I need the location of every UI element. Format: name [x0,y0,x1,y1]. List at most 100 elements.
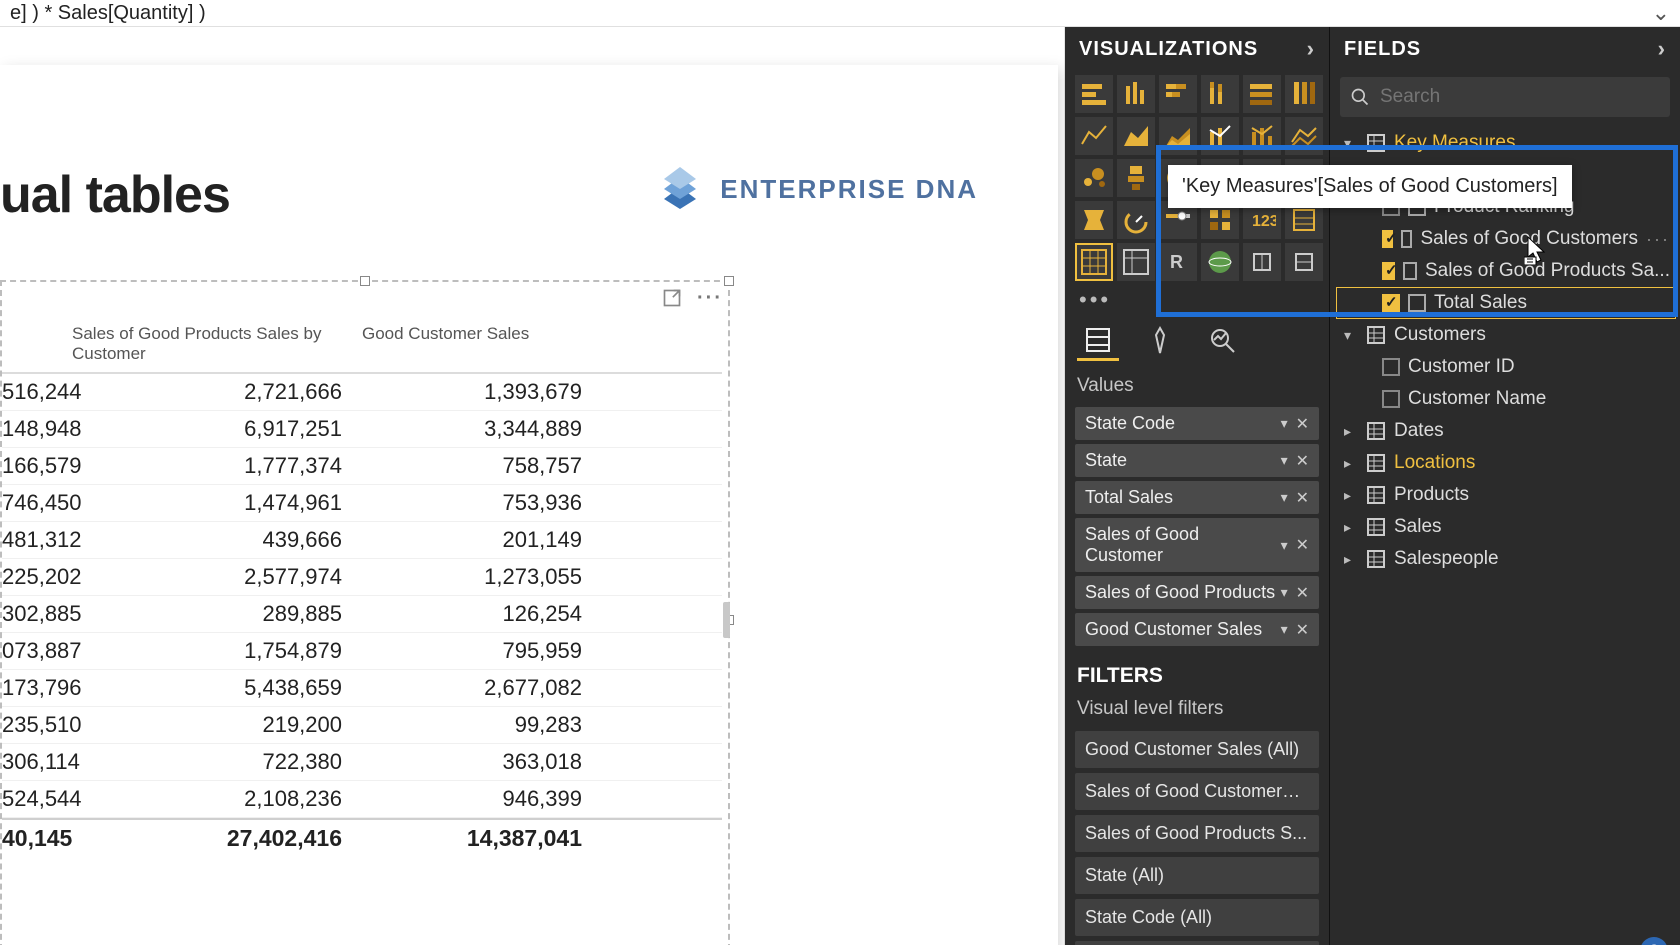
table-row[interactable]: 524,5442,108,236946,399 [2,781,722,818]
report-canvas[interactable]: ual tables ENTERPRISE DNA [0,27,1065,945]
field-node[interactable]: Customer Name [1336,383,1676,415]
table-node[interactable]: ▸Products [1336,479,1676,511]
field-checkbox[interactable] [1382,390,1400,408]
viz-type-icon[interactable] [1201,75,1239,113]
field-checkbox[interactable] [1382,262,1395,280]
field-node[interactable]: Sales of Good Customers··· [1336,223,1676,255]
filter-well[interactable]: Good Customer Sales (All) [1075,731,1319,768]
viz-type-icon[interactable] [1285,117,1323,155]
viz-type-icon[interactable] [1285,75,1323,113]
well-menu-icon[interactable]: ▾ [1281,621,1288,638]
collapse-icon[interactable]: › [1307,36,1315,62]
table-row[interactable]: 516,2442,721,6661,393,679 [2,374,722,411]
table-node[interactable]: ▸Dates [1336,415,1676,447]
column-header[interactable]: Good Customer Sales [362,324,562,364]
table-node[interactable]: ▸Salespeople [1336,543,1676,575]
viz-type-icon[interactable] [1243,75,1281,113]
filter-well[interactable]: State (All) [1075,857,1319,894]
column-header[interactable]: Sales of Good Products Sales by Customer [72,324,362,364]
table-row[interactable]: 481,312439,666201,149 [2,522,722,559]
formula-expand-icon[interactable]: ⌄ [1640,0,1670,26]
table-row[interactable]: 225,2022,577,9741,273,055 [2,559,722,596]
focus-mode-icon[interactable] [660,286,684,310]
well-remove-icon[interactable]: ✕ [1296,414,1309,434]
viz-type-icon[interactable] [1075,75,1113,113]
svg-text:R: R [1170,252,1183,272]
table-row[interactable]: 306,114722,380363,018 [2,744,722,781]
viz-type-icon[interactable] [1117,159,1155,197]
viz-type-icon[interactable] [1117,117,1155,155]
value-well[interactable]: Sales of Good Customer▾✕ [1075,518,1319,572]
well-remove-icon[interactable]: ✕ [1296,620,1309,640]
well-remove-icon[interactable]: ✕ [1296,451,1309,471]
resize-handle[interactable] [724,276,734,286]
well-menu-icon[interactable]: ▾ [1281,452,1288,469]
well-remove-icon[interactable]: ✕ [1296,535,1309,555]
fields-search[interactable] [1340,77,1670,117]
well-menu-icon[interactable]: ▾ [1281,537,1288,554]
table-row[interactable]: 148,9486,917,2513,344,889 [2,411,722,448]
viz-type-icon[interactable] [1285,243,1323,281]
brand-text: ENTERPRISE DNA [720,174,978,205]
table-node[interactable]: ▸Sales [1336,511,1676,543]
table-row[interactable]: 173,7965,438,6592,677,082 [2,670,722,707]
field-checkbox[interactable] [1382,294,1400,312]
viz-type-icon[interactable] [1075,159,1113,197]
field-more-icon[interactable]: ··· [1646,229,1670,250]
table-node-customers[interactable]: ▾Customers [1336,319,1676,351]
viz-type-icon[interactable] [1159,75,1197,113]
format-tab[interactable] [1139,321,1181,361]
viz-type-icon[interactable] [1117,201,1155,239]
fields-well-tab[interactable] [1077,321,1119,361]
field-node[interactable]: Customer ID [1336,351,1676,383]
table-row[interactable]: 073,8871,754,879795,959 [2,633,722,670]
well-remove-icon[interactable]: ✕ [1296,488,1309,508]
field-node[interactable]: Total Sales [1336,287,1676,319]
visual-more-icon[interactable]: ··· [698,286,722,310]
viz-type-icon[interactable] [1075,201,1113,239]
viz-type-icon[interactable] [1201,243,1239,281]
table-row[interactable]: 302,885289,885126,254 [2,596,722,633]
viz-type-icon[interactable] [1243,243,1281,281]
scrollbar-thumb[interactable] [723,602,730,638]
search-input[interactable] [1380,86,1660,108]
viz-more-icon[interactable]: ••• [1065,285,1329,313]
table-row[interactable]: 746,4501,474,961753,936 [2,485,722,522]
value-well[interactable]: Total Sales▾✕ [1075,481,1319,514]
filter-well[interactable]: Sales of Good Customers ... [1075,773,1319,810]
viz-type-icon[interactable] [1117,243,1155,281]
data-table[interactable]: Sales of Good Products Sales by Customer… [2,318,722,857]
viz-type-icon[interactable] [1201,117,1239,155]
well-menu-icon[interactable]: ▾ [1281,584,1288,601]
viz-type-icon[interactable] [1075,117,1113,155]
formula-text[interactable]: e] ) * Sales[Quantity] ) [10,2,1640,25]
filter-well[interactable]: Total Sales (All) [1075,941,1319,945]
value-well[interactable]: State Code▾✕ [1075,407,1319,440]
filter-well[interactable]: Sales of Good Products S... [1075,815,1319,852]
well-remove-icon[interactable]: ✕ [1296,583,1309,603]
well-menu-icon[interactable]: ▾ [1281,415,1288,432]
viz-type-icon[interactable] [1243,117,1281,155]
field-checkbox[interactable] [1382,358,1400,376]
table-row[interactable]: 166,5791,777,374758,757 [2,448,722,485]
formula-bar[interactable]: e] ) * Sales[Quantity] ) ⌄ [0,0,1680,27]
value-well[interactable]: State▾✕ [1075,444,1319,477]
viz-type-icon[interactable]: R [1159,243,1197,281]
table-node-key-measures[interactable]: ▾Key Measures [1336,127,1676,159]
viz-type-icon[interactable] [1117,75,1155,113]
viz-type-icon[interactable] [1075,243,1113,281]
collapse-icon[interactable]: › [1658,36,1666,62]
table-visual[interactable]: ··· Sales of Good Products Sales by Cust… [0,280,730,945]
help-icon[interactable]: ? [1640,937,1668,945]
value-well[interactable]: Sales of Good Products▾✕ [1075,576,1319,609]
table-row[interactable]: 235,510219,20099,283 [2,707,722,744]
filter-well[interactable]: State Code (All) [1075,899,1319,936]
table-node[interactable]: ▸Locations [1336,447,1676,479]
analytics-tab[interactable] [1201,321,1243,361]
field-checkbox[interactable] [1382,230,1393,248]
field-node[interactable]: Sales of Good Products Sa... [1336,255,1676,287]
resize-handle[interactable] [360,276,370,286]
viz-type-icon[interactable] [1159,117,1197,155]
well-menu-icon[interactable]: ▾ [1281,489,1288,506]
value-well[interactable]: Good Customer Sales▾✕ [1075,613,1319,646]
